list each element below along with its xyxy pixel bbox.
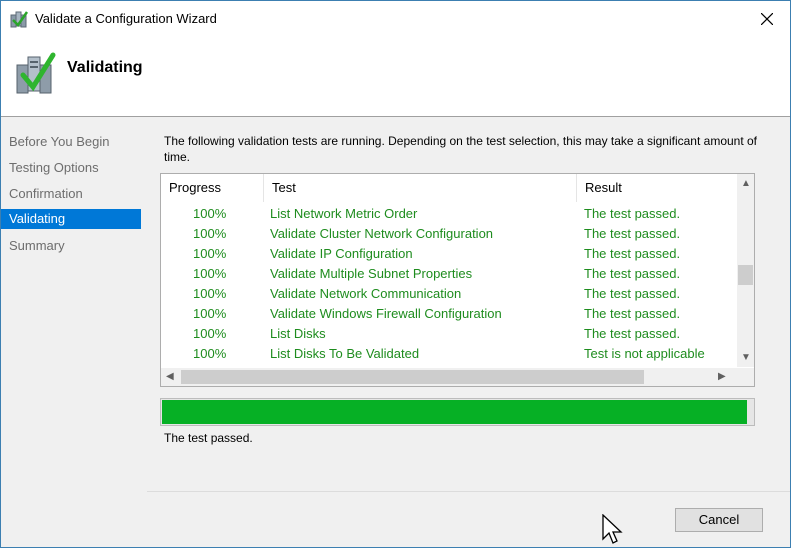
progress-cell: 100% [193,266,227,281]
progress-cell: 100% [193,306,227,321]
progress-cell: 100% [193,206,227,221]
scroll-left-arrow-icon[interactable]: ◀ [166,371,174,382]
progress-fill [162,400,747,424]
title-bar[interactable]: Validate a Configuration Wizard [1,1,790,37]
table-row[interactable]: 100% Validate Network Communication The … [161,284,735,304]
wizard-window: Validate a Configuration Wizard Validati… [0,0,791,548]
test-cell: Validate Windows Firewall Configuration [270,306,502,321]
main-content: The following validation tests are runni… [147,117,790,547]
footer-divider [147,491,790,492]
close-icon [761,13,773,25]
sidebar-item-label: Before You Begin [9,134,110,149]
test-cell: Validate IP Configuration [270,246,413,261]
test-cell: List Disks To Be Validated [270,346,420,361]
scroll-right-arrow-icon[interactable]: ▶ [718,371,726,382]
horizontal-scrollbar[interactable]: ◀ ▶ [161,368,754,386]
sidebar-item-before-you-begin[interactable]: Before You Begin [1,132,141,152]
window-title: Validate a Configuration Wizard [35,11,217,26]
sidebar-item-label: Confirmation [9,186,83,201]
test-cell: Validate Network Communication [270,286,462,301]
intro-text: The following validation tests are runni… [164,134,758,164]
sidebar-item-validating[interactable]: Validating [1,209,141,229]
cluster-validation-icon [9,9,29,29]
column-header-label: Test [272,180,296,195]
result-cell: The test passed. [584,226,681,241]
table-row[interactable]: 100% Validate Cluster Network Configurat… [161,224,735,244]
cancel-button[interactable]: Cancel [675,508,763,532]
sidebar-item-confirmation[interactable]: Confirmation [1,184,141,204]
sidebar-item-label: Testing Options [9,160,99,175]
progress-cell: 100% [193,226,227,241]
wizard-header: Validating [1,37,790,117]
table-row[interactable]: 100% List Disks To Be Validated Test is … [161,344,735,364]
table-row[interactable]: 100% List Network Metric Order The test … [161,204,735,224]
table-row[interactable]: 100% Validate Windows Firewall Configura… [161,304,735,324]
overall-progress-bar [160,398,755,426]
table-row[interactable]: 100% List Disks The test passed. [161,324,735,344]
test-cell: List Disks [270,326,326,341]
page-title: Validating [67,59,143,76]
cluster-validation-icon [15,51,57,97]
sidebar-item-label: Validating [9,211,66,226]
progress-cell: 100% [193,246,227,261]
mouse-cursor-icon [602,514,623,544]
column-header-result[interactable]: Result [577,174,735,202]
wizard-steps-sidebar: Before You Begin Testing Options Confirm… [1,117,147,547]
test-cell: Validate Cluster Network Configuration [270,226,494,241]
status-text: The test passed. [164,431,253,445]
vertical-scrollbar[interactable]: ▲ ▼ [737,174,754,367]
result-cell: The test passed. [584,326,681,341]
result-cell: Test is not applicable [584,346,705,361]
scroll-down-arrow-icon[interactable]: ▼ [741,352,751,363]
table-row[interactable]: 100% Validate IP Configuration The test … [161,244,735,264]
test-cell: Validate Multiple Subnet Properties [270,266,473,281]
validation-tests-list[interactable]: Progress Test Result 100% List Network M… [160,173,755,387]
sidebar-item-label: Summary [9,238,65,253]
column-header-label: Progress [169,180,222,195]
test-cell: List Network Metric Order [270,206,418,221]
scroll-up-arrow-icon[interactable]: ▲ [741,178,751,189]
result-cell: The test passed. [584,206,681,221]
result-cell: The test passed. [584,266,681,281]
progress-cell: 100% [193,346,227,361]
progress-cell: 100% [193,286,227,301]
table-row[interactable]: 100% Validate Multiple Subnet Properties… [161,264,735,284]
result-cell: The test passed. [584,246,681,261]
result-cell: The test passed. [584,306,681,321]
column-header-progress[interactable]: Progress [161,174,264,202]
close-button[interactable] [744,1,790,37]
sidebar-item-summary[interactable]: Summary [1,236,141,256]
sidebar-item-testing-options[interactable]: Testing Options [1,158,141,178]
result-cell: The test passed. [584,286,681,301]
vertical-scroll-thumb[interactable] [738,265,753,285]
horizontal-scroll-thumb[interactable] [181,370,644,384]
column-header-test[interactable]: Test [264,174,577,202]
progress-cell: 100% [193,326,227,341]
column-header-label: Result [585,180,622,195]
